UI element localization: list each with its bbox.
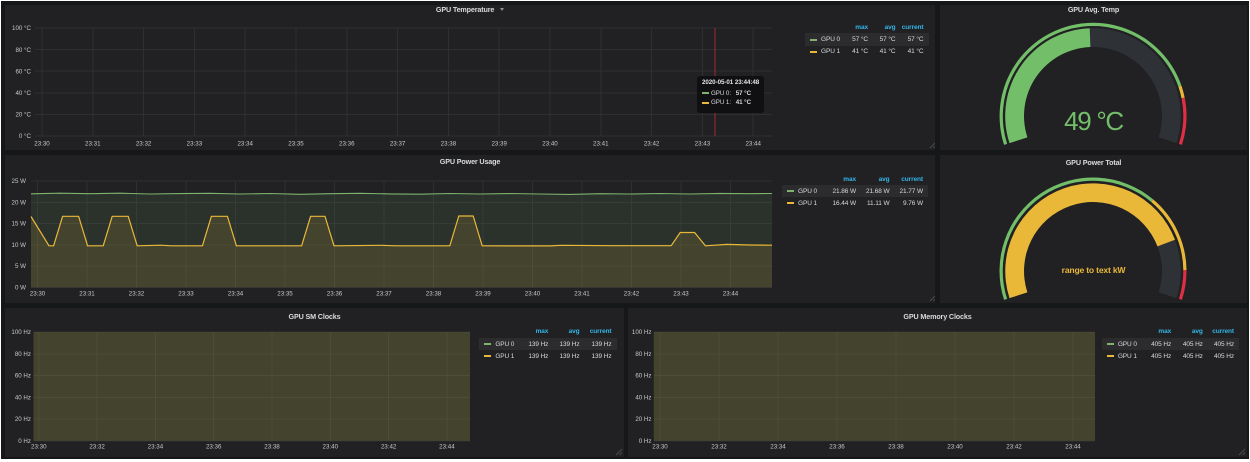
svg-text:100 Hz: 100 Hz — [632, 329, 652, 336]
svg-text:23:40: 23:40 — [542, 141, 558, 148]
svg-text:23:30: 23:30 — [31, 444, 47, 451]
svg-text:80 °C: 80 °C — [15, 47, 31, 54]
svg-text:23:44: 23:44 — [439, 444, 455, 451]
svg-text:23:32: 23:32 — [136, 141, 152, 148]
svg-text:23:40: 23:40 — [525, 291, 541, 298]
svg-text:80 Hz: 80 Hz — [635, 351, 651, 358]
svg-text:23:35: 23:35 — [288, 141, 304, 148]
svg-text:23:36: 23:36 — [327, 291, 343, 298]
svg-text:23:30: 23:30 — [652, 444, 668, 451]
svg-text:23:43: 23:43 — [673, 291, 689, 298]
svg-text:20 W: 20 W — [12, 199, 27, 206]
svg-text:23:40: 23:40 — [323, 444, 339, 451]
svg-text:23:32: 23:32 — [89, 444, 105, 451]
svg-text:23:38: 23:38 — [426, 291, 442, 298]
svg-text:60 Hz: 60 Hz — [635, 373, 651, 380]
svg-text:5 W: 5 W — [15, 263, 26, 270]
svg-text:23:34: 23:34 — [148, 444, 164, 451]
svg-text:23:34: 23:34 — [237, 141, 253, 148]
svg-text:23:39: 23:39 — [491, 141, 507, 148]
svg-text:40 Hz: 40 Hz — [635, 394, 651, 401]
svg-text:23:32: 23:32 — [711, 444, 727, 451]
svg-text:23:30: 23:30 — [34, 141, 50, 148]
svg-text:0 Hz: 0 Hz — [639, 438, 652, 445]
svg-text:100 °C: 100 °C — [12, 25, 32, 32]
svg-text:23:40: 23:40 — [947, 444, 963, 451]
svg-text:23:39: 23:39 — [475, 291, 491, 298]
svg-text:40 °C: 40 °C — [15, 90, 31, 97]
svg-text:23:36: 23:36 — [206, 444, 222, 451]
svg-text:25 W: 25 W — [12, 178, 27, 185]
svg-text:20 Hz: 20 Hz — [15, 416, 31, 423]
svg-text:0 °C: 0 °C — [19, 133, 32, 140]
svg-text:23:42: 23:42 — [644, 141, 660, 148]
svg-text:23:36: 23:36 — [339, 141, 355, 148]
svg-text:23:37: 23:37 — [390, 141, 406, 148]
svg-text:23:44: 23:44 — [1065, 444, 1081, 451]
svg-text:23:43: 23:43 — [695, 141, 711, 148]
svg-text:23:41: 23:41 — [593, 141, 609, 148]
svg-text:23:30: 23:30 — [30, 291, 46, 298]
svg-text:23:33: 23:33 — [187, 141, 203, 148]
svg-text:100 Hz: 100 Hz — [11, 329, 31, 336]
svg-text:60 °C: 60 °C — [15, 68, 31, 75]
svg-text:23:38: 23:38 — [888, 444, 904, 451]
svg-text:23:36: 23:36 — [829, 444, 845, 451]
svg-text:23:42: 23:42 — [1006, 444, 1022, 451]
svg-text:23:32: 23:32 — [129, 291, 145, 298]
svg-text:23:41: 23:41 — [574, 291, 590, 298]
svg-text:23:42: 23:42 — [381, 444, 397, 451]
svg-text:23:31: 23:31 — [79, 291, 95, 298]
svg-text:0 Hz: 0 Hz — [18, 438, 31, 445]
svg-text:23:31: 23:31 — [85, 141, 101, 148]
svg-text:23:34: 23:34 — [228, 291, 244, 298]
svg-text:23:44: 23:44 — [723, 291, 739, 298]
svg-text:40 Hz: 40 Hz — [15, 394, 31, 401]
svg-text:23:38: 23:38 — [264, 444, 280, 451]
svg-text:23:33: 23:33 — [178, 291, 194, 298]
svg-text:23:35: 23:35 — [277, 291, 293, 298]
svg-text:60 Hz: 60 Hz — [15, 373, 31, 380]
svg-text:20 Hz: 20 Hz — [635, 416, 651, 423]
svg-text:10 W: 10 W — [12, 242, 27, 249]
svg-text:23:34: 23:34 — [770, 444, 786, 451]
svg-text:23:42: 23:42 — [624, 291, 640, 298]
svg-text:23:38: 23:38 — [441, 141, 457, 148]
svg-text:0 W: 0 W — [15, 285, 26, 292]
svg-text:23:44: 23:44 — [745, 141, 761, 148]
svg-text:15 W: 15 W — [12, 221, 27, 228]
svg-text:80 Hz: 80 Hz — [15, 351, 31, 358]
svg-text:23:37: 23:37 — [376, 291, 392, 298]
svg-text:20 °C: 20 °C — [15, 112, 31, 119]
